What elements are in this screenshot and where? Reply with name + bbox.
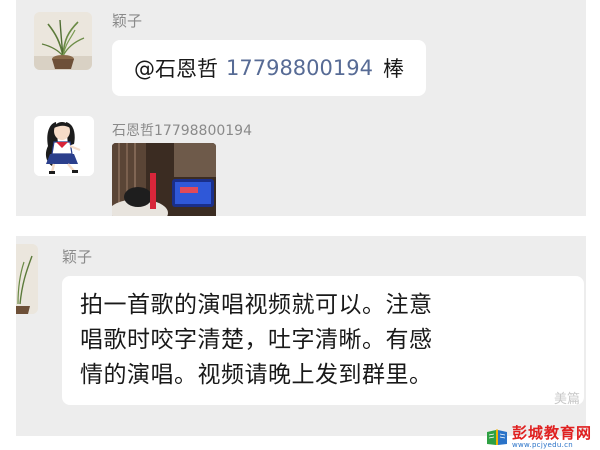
chat-panel-bottom: 颖子 拍一首歌的演唱视频就可以。注意 唱歌时咬字清楚，吐字清晰。有感 情的演唱。… bbox=[16, 236, 586, 436]
sender-name: 颖子 bbox=[112, 12, 143, 30]
watermark-title: 彭城教育网 bbox=[511, 423, 592, 442]
anime-girl-icon bbox=[34, 116, 94, 176]
message-text: 棒 bbox=[382, 57, 404, 81]
chat-panel-top: 颖子 @石恩哲 17798800194 棒 石恩哲17798800194 bbox=[16, 0, 586, 216]
sender-avatar-potted-plant[interactable] bbox=[16, 244, 38, 314]
sender-avatar-anime-girl[interactable] bbox=[34, 116, 94, 176]
watermark-url: www.pcjyedu.cn bbox=[511, 440, 574, 449]
faint-watermark: 美篇 bbox=[553, 392, 580, 407]
video-thumbnail-icon bbox=[112, 143, 216, 216]
message-bubble[interactable]: 拍一首歌的演唱视频就可以。注意 唱歌时咬字清楚，吐字清晰。有感 情的演唱。视频请… bbox=[62, 276, 584, 405]
message-line: 唱歌时咬字清楚，吐字清晰。有感 bbox=[80, 327, 433, 353]
site-watermark: 彭城教育网 www.pcjyedu.cn bbox=[486, 423, 592, 449]
message-bubble[interactable]: @石恩哲 17798800194 棒 bbox=[112, 40, 426, 96]
potted-plant-icon bbox=[34, 12, 92, 70]
books-logo-icon bbox=[486, 429, 507, 445]
sender-avatar-potted-plant[interactable] bbox=[34, 12, 92, 70]
sender-name: 石恩哲17798800194 bbox=[112, 123, 252, 139]
mention-name[interactable]: @石恩哲 bbox=[134, 53, 218, 83]
message-line: 情的演唱。视频请晚上发到群里。 bbox=[80, 362, 433, 388]
mention-phone-link[interactable]: 17798800194 bbox=[226, 56, 373, 80]
potted-plant-icon bbox=[16, 244, 38, 314]
video-message-thumbnail[interactable] bbox=[112, 143, 216, 216]
sender-name: 颖子 bbox=[62, 248, 93, 266]
message-line: 拍一首歌的演唱视频就可以。注意 bbox=[80, 292, 433, 318]
